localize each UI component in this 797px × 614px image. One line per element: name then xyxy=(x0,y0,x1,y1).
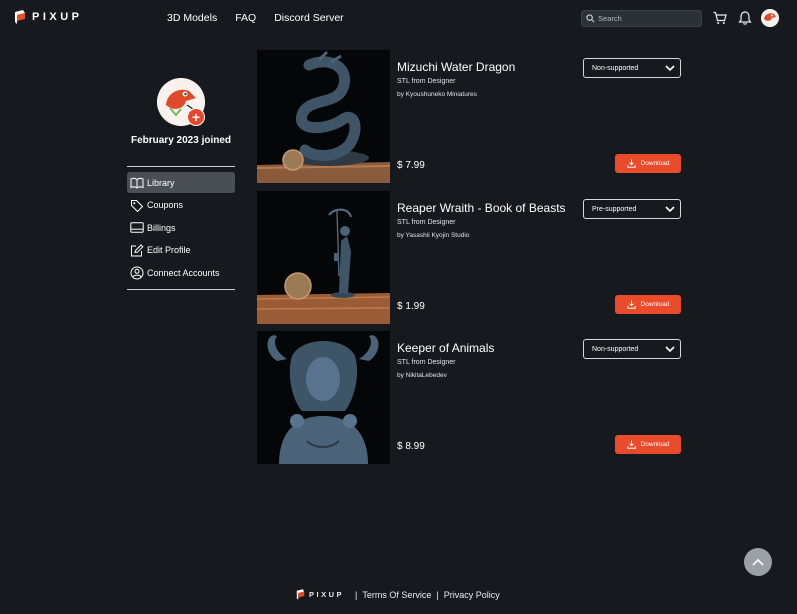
product-card: Reaper Wraith - Book of Beasts STL from … xyxy=(257,191,681,324)
joined-date: February 2023 joined xyxy=(130,135,232,146)
pixup-logo-icon xyxy=(296,589,305,600)
sidebar-item-label: Library xyxy=(147,177,175,188)
footer-logo[interactable]: PIXUP xyxy=(296,589,344,600)
user-avatar[interactable] xyxy=(761,9,779,27)
download-label: Download xyxy=(640,301,670,308)
product-source: STL from Designer xyxy=(397,359,456,366)
bell-icon[interactable] xyxy=(737,10,753,26)
add-avatar-button[interactable]: + xyxy=(187,108,205,126)
chevron-up-icon xyxy=(752,558,764,566)
terms-of-service-link[interactable]: Terms Of Service xyxy=(362,590,431,600)
sidebar-item-billings[interactable]: Billings xyxy=(127,217,235,238)
product-source: STL from Designer xyxy=(397,78,456,85)
sidebar-item-coupons[interactable]: Coupons xyxy=(127,195,235,216)
download-icon xyxy=(626,440,636,449)
card-icon xyxy=(130,222,144,233)
edit-icon xyxy=(131,244,144,257)
user-circle-icon xyxy=(130,266,144,280)
privacy-policy-link[interactable]: Privacy Policy xyxy=(444,590,500,600)
nav-faq[interactable]: FAQ xyxy=(235,12,256,24)
product-designer[interactable]: by Kyoushuneko Miniatures xyxy=(397,91,477,98)
download-label: Download xyxy=(640,441,670,448)
cart-icon[interactable] xyxy=(712,10,728,26)
keeper-bust-image xyxy=(257,331,390,464)
chevron-down-icon xyxy=(665,346,675,353)
scroll-to-top-button[interactable] xyxy=(744,548,772,576)
search-box xyxy=(581,10,702,27)
product-title[interactable]: Mizuchi Water Dragon xyxy=(397,60,515,74)
dragon-miniature-image xyxy=(257,50,390,183)
support-select-value: Pre-supported xyxy=(592,205,637,213)
product-thumbnail[interactable] xyxy=(257,331,390,464)
search-input[interactable] xyxy=(598,14,698,23)
tag-icon xyxy=(131,199,144,212)
chevron-down-icon xyxy=(665,65,675,72)
sidebar-item-connect-accounts[interactable]: Connect Accounts xyxy=(127,262,235,283)
product-designer[interactable]: by Yasashii Kyojin Studio xyxy=(397,232,469,239)
avatar-image xyxy=(761,9,779,27)
product-price: $ 8.99 xyxy=(397,441,425,452)
reaper-miniature-image xyxy=(257,191,390,324)
support-select[interactable]: Non-supported xyxy=(583,58,681,78)
sidebar-item-label: Coupons xyxy=(147,200,184,211)
product-card: Mizuchi Water Dragon STL from Designer b… xyxy=(257,50,681,183)
footer-separator: | xyxy=(436,589,439,600)
support-select-value: Non-supported xyxy=(592,345,639,353)
sidebar-item-library[interactable]: Library xyxy=(127,172,235,193)
top-header: PIXUP 3D Models FAQ Discord Server xyxy=(0,0,797,36)
pixup-logo-icon xyxy=(15,10,25,24)
footer: PIXUP | Terms Of Service | Privacy Polic… xyxy=(296,589,500,600)
product-price: $ 1.99 xyxy=(397,301,425,312)
product-title[interactable]: Keeper of Animals xyxy=(397,341,494,355)
sidebar-menu: Library Coupons Billings Edit Profile Co… xyxy=(127,172,235,285)
sidebar-divider-bottom xyxy=(127,289,235,290)
sidebar-item-edit-profile[interactable]: Edit Profile xyxy=(127,240,235,261)
sidebar-item-label: Billings xyxy=(147,222,176,233)
download-label: Download xyxy=(640,160,670,167)
download-button[interactable]: Download xyxy=(615,154,681,173)
product-card: Keeper of Animals STL from Designer by N… xyxy=(257,331,681,464)
product-title[interactable]: Reaper Wraith - Book of Beasts xyxy=(397,201,566,215)
sidebar-divider-top xyxy=(127,166,235,167)
download-icon xyxy=(626,300,636,309)
download-button[interactable]: Download xyxy=(615,435,681,454)
support-select[interactable]: Pre-supported xyxy=(583,199,681,219)
product-price: $ 7.99 xyxy=(397,160,425,171)
footer-logo-text: PIXUP xyxy=(309,590,345,599)
footer-separator: | xyxy=(355,589,358,600)
chevron-down-icon xyxy=(665,206,675,213)
main-nav: 3D Models FAQ Discord Server xyxy=(167,12,344,24)
book-icon xyxy=(130,177,144,189)
sidebar-item-label: Connect Accounts xyxy=(147,267,220,278)
support-select[interactable]: Non-supported xyxy=(583,339,681,359)
nav-discord-server[interactable]: Discord Server xyxy=(274,12,343,24)
download-button[interactable]: Download xyxy=(615,295,681,314)
logo-text: PIXUP xyxy=(32,11,83,23)
product-thumbnail[interactable] xyxy=(257,50,390,183)
download-icon xyxy=(626,159,636,168)
search-icon xyxy=(586,14,595,23)
pixup-logo[interactable]: PIXUP xyxy=(14,10,83,24)
product-designer[interactable]: by NikitaLebedev xyxy=(397,372,447,379)
product-source: STL from Designer xyxy=(397,219,456,226)
sidebar-item-label: Edit Profile xyxy=(147,245,191,256)
nav-3d-models[interactable]: 3D Models xyxy=(167,12,217,24)
support-select-value: Non-supported xyxy=(592,64,639,72)
product-thumbnail[interactable] xyxy=(257,191,390,324)
